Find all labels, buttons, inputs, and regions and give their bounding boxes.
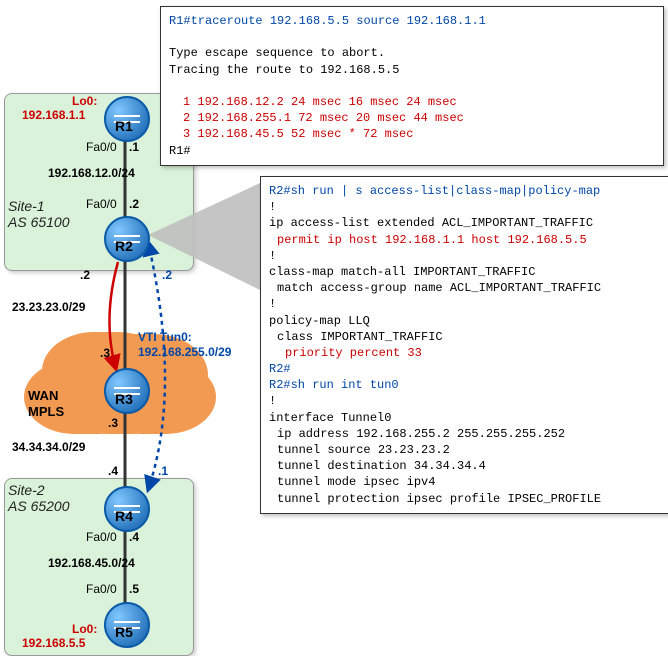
r3-ip-bot: .3: [108, 416, 118, 430]
router-r4-label: R4: [115, 508, 133, 524]
t2-tun1: interface Tunnel0: [269, 410, 665, 426]
router-r5-label: R5: [115, 624, 133, 640]
t2-pmap1: policy-map LLQ: [269, 313, 665, 329]
t2-cmd1: sh run | s access-list|class-map|policy-…: [291, 184, 601, 198]
t2-end1: R2#: [269, 361, 665, 377]
tun-dot2: .2: [162, 268, 172, 282]
r1-fa00: Fa0/0: [86, 140, 117, 154]
r2-ip-bot: .2: [80, 268, 90, 282]
t1-hop2: 2 192.168.255.1 72 msec 20 msec 44 msec: [169, 110, 655, 126]
t2-tun6: tunnel protection ipsec profile IPSEC_PR…: [269, 491, 665, 507]
r5-ip-top: .5: [129, 582, 139, 596]
t2-cmap1: class-map match-all IMPORTANT_TRAFFIC: [269, 264, 665, 280]
r5-lo0-key: Lo0:: [72, 622, 97, 636]
t1-prompt: R1#: [169, 14, 191, 28]
t1-cmd: traceroute 192.168.5.5 source 192.168.1.…: [191, 14, 486, 28]
r3-ip-top: .3: [100, 346, 110, 360]
r2-ip-top: .2: [129, 197, 139, 211]
tun-dot1: .1: [158, 464, 168, 478]
t2-tun5: tunnel mode ipsec ipv4: [269, 474, 665, 490]
t1-hop1: 1 192.168.12.2 24 msec 16 msec 24 msec: [169, 94, 655, 110]
site2-name: Site-2: [8, 482, 45, 498]
site1-name: Site-1: [8, 198, 45, 214]
t2-pmap2: class IMPORTANT_TRAFFIC: [269, 329, 665, 345]
terminal-r1-traceroute: R1#traceroute 192.168.5.5 source 192.168…: [160, 6, 664, 166]
t1-hop3: 3 192.168.45.5 52 msec * 72 msec: [169, 126, 655, 142]
t2-tun2: ip address 192.168.255.2 255.255.255.252: [269, 426, 665, 442]
t2-tun3: tunnel source 23.23.23.2: [269, 442, 665, 458]
wan-label-1: WAN: [28, 388, 58, 403]
net12: 192.168.12.0/24: [48, 166, 135, 180]
t2-prompt2: R2#: [269, 378, 291, 392]
t2-pmap3: priority percent 33: [269, 345, 665, 361]
router-r1-label: R1: [115, 118, 133, 134]
router-r3-label: R3: [115, 391, 133, 407]
t2-cmd2: sh run int tun0: [291, 378, 399, 392]
t1-tracing: Tracing the route to 192.168.5.5: [169, 62, 655, 78]
net34: 34.34.34.0/29: [12, 440, 85, 454]
t2-acl1: ip access-list extended ACL_IMPORTANT_TR…: [269, 215, 665, 231]
t2-prompt1: R2#: [269, 184, 291, 198]
terminal-r2-config: R2#sh run | s access-list|class-map|poli…: [260, 176, 668, 514]
t2-acl2: permit ip host 192.168.1.1 host 192.168.…: [269, 232, 665, 248]
vti-net: 192.168.255.0/29: [138, 345, 231, 359]
r1-lo0-ip: 192.168.1.1: [22, 108, 85, 122]
t2-cmap2: match access-group name ACL_IMPORTANT_TR…: [269, 280, 665, 296]
net45: 192.168.45.0/24: [48, 556, 135, 570]
site2-as: AS 65200: [8, 498, 70, 514]
site1-as: AS 65100: [8, 214, 70, 230]
r5-fa00: Fa0/0: [86, 582, 117, 596]
vti-key: VTI Tun0:: [138, 330, 192, 344]
r5-lo0-ip: 192.168.5.5: [22, 636, 85, 650]
r4-fa00-bot: Fa0/0: [86, 530, 117, 544]
t2-tun4: tunnel destination 34.34.34.4: [269, 458, 665, 474]
router-r2-label: R2: [115, 238, 133, 254]
t1-escape: Type escape sequence to abort.: [169, 45, 655, 61]
wan-label-2: MPLS: [28, 404, 64, 419]
r4-ip-top: .4: [108, 464, 118, 478]
t1-end: R1#: [169, 143, 655, 159]
net23: 23.23.23.0/29: [12, 300, 85, 314]
r4-ip-bot: .4: [129, 530, 139, 544]
r1-ip-suffix: .1: [129, 140, 139, 154]
r1-lo0-key: Lo0:: [72, 94, 97, 108]
r2-fa00-top: Fa0/0: [86, 197, 117, 211]
